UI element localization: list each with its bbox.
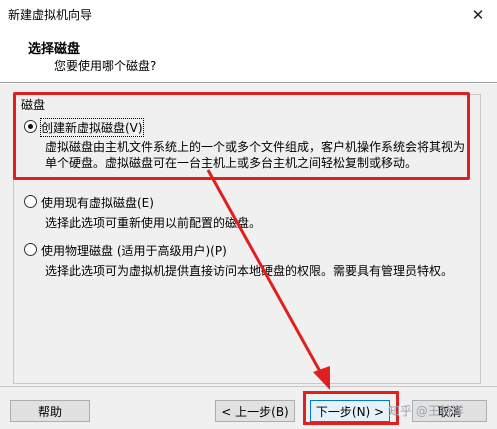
annotation-arrow: [206, 169, 330, 390]
annotation-arrow-head: [313, 366, 330, 390]
annotation-arrow-line: [206, 169, 324, 376]
